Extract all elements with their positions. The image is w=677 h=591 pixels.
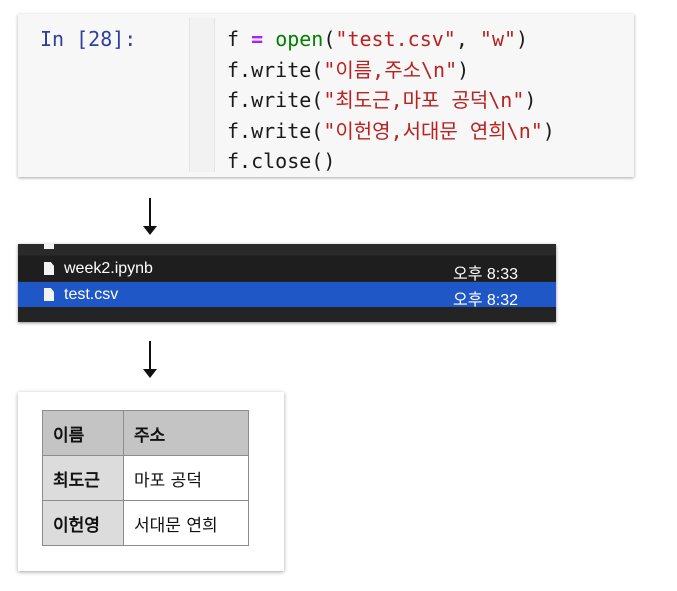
cell-prompt: In [28]: xyxy=(40,27,137,51)
csv-preview-panel: 이름 주소 최도근 마포 공덕 이헌영 서대문 연희 xyxy=(18,392,284,571)
code-token: f xyxy=(227,27,252,51)
code-token: , xyxy=(455,27,480,51)
code-token: " xyxy=(445,57,458,82)
file-icon xyxy=(44,288,54,301)
code-token: " xyxy=(530,118,543,143)
table-cell-address: 마포 공덕 xyxy=(123,455,249,501)
column-header: 주소 xyxy=(123,410,249,456)
table-row: 최도근 마포 공덕 xyxy=(42,455,249,501)
code-line: f.close() xyxy=(227,146,555,177)
table-header-row: 이름 주소 xyxy=(42,410,249,456)
code-line: f.write("최도근,마포 공덕\n") xyxy=(227,85,555,116)
code-token: \n xyxy=(506,118,531,143)
file-icon xyxy=(44,244,54,249)
code-token: f.write( xyxy=(227,57,324,82)
code-token: f.close() xyxy=(227,149,336,173)
column-header: 이름 xyxy=(42,410,124,456)
code-token: "이름,주소 xyxy=(323,57,422,82)
code-token: ) xyxy=(524,88,537,112)
notebook-code-cell[interactable]: In [28]: f = open("test.csv", "w") f.writ… xyxy=(18,14,634,177)
code-line: f = open("test.csv", "w") xyxy=(227,24,555,55)
file-browser-list: week2.ipynb 오후 8:33 test.csv 오후 8:32 xyxy=(18,244,556,322)
code-line: f.write("이헌영,서대문 연희\n") xyxy=(227,116,555,147)
file-icon xyxy=(44,262,54,275)
code-token: open xyxy=(275,27,324,51)
table-cell-name: 최도근 xyxy=(42,455,124,501)
code-token: ) xyxy=(542,118,555,143)
cell-gutter xyxy=(189,18,215,172)
code-token: f.write( xyxy=(227,118,324,143)
file-name: week2.ipynb xyxy=(64,260,153,277)
code-line: f.write("이름,주소\n") xyxy=(227,55,555,86)
code-token: = xyxy=(251,27,264,51)
code-editor[interactable]: f = open("test.csv", "w") f.write("이름,주소\… xyxy=(227,24,555,177)
file-modified-time: 오후 8:33 xyxy=(452,266,518,283)
file-name: test.csv xyxy=(64,286,119,303)
code-token: ) xyxy=(516,27,529,51)
code-token: f.write( xyxy=(227,88,324,112)
code-token: ) xyxy=(457,57,470,82)
code-token: "w" xyxy=(479,27,517,51)
table-cell-name: 이헌영 xyxy=(42,500,124,546)
code-token: ( xyxy=(323,27,336,51)
file-modified-time: 오후 8:32 xyxy=(452,292,518,309)
partial-row xyxy=(18,244,556,255)
file-row[interactable]: week2.ipynb 오후 8:33 xyxy=(18,256,556,283)
code-token: " xyxy=(512,88,525,112)
down-arrow-icon xyxy=(143,341,157,381)
code-token: "test.csv" xyxy=(335,27,456,51)
code-token: "최도근,마포 공덕 xyxy=(323,88,489,112)
table-cell-address: 서대문 연희 xyxy=(123,500,249,546)
file-row-selected[interactable]: test.csv 오후 8:32 xyxy=(18,282,556,309)
table-row: 이헌영 서대문 연희 xyxy=(42,500,249,546)
code-token: "이헌영,서대문 연희 xyxy=(323,118,507,143)
csv-table: 이름 주소 최도근 마포 공덕 이헌영 서대문 연희 xyxy=(42,410,249,546)
code-token: \n xyxy=(488,88,513,112)
down-arrow-icon xyxy=(143,198,157,238)
code-token: \n xyxy=(421,57,446,82)
